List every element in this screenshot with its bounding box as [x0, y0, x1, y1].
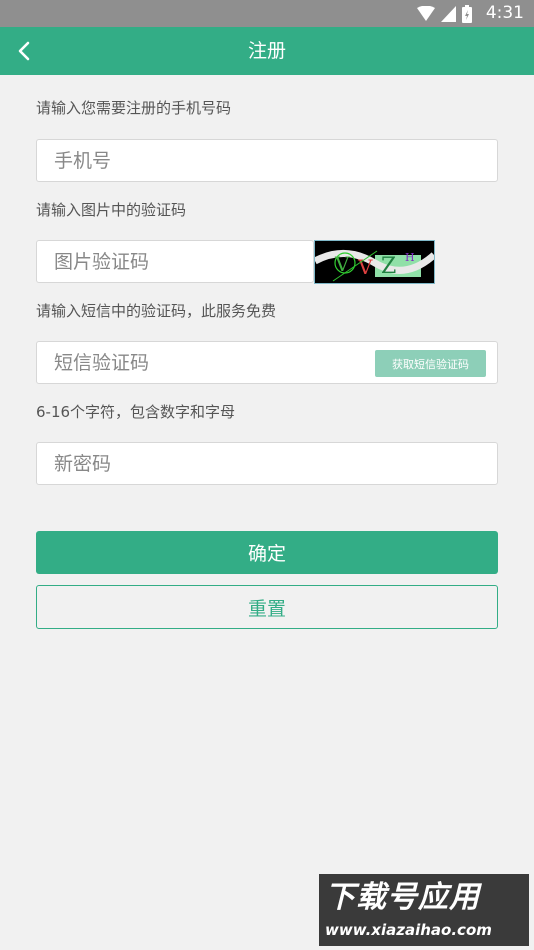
captcha-input[interactable] — [37, 241, 313, 282]
new-password-input[interactable] — [37, 443, 497, 484]
sms-label: 请输入短信中的验证码，此服务免费 — [36, 302, 277, 320]
svg-text:V: V — [334, 252, 350, 276]
page-title: 注册 — [247, 40, 286, 62]
phone-label: 请输入您需要注册的手机号码 — [36, 99, 232, 117]
phone-input[interactable] — [37, 140, 497, 181]
status-time: 4:31 — [485, 3, 524, 23]
app-bar: 注册 — [0, 27, 534, 75]
get-sms-code-button[interactable]: 获取短信验证码 — [375, 350, 486, 377]
status-icons — [417, 5, 472, 23]
svg-text:H: H — [405, 251, 415, 264]
battery-icon — [462, 5, 472, 23]
watermark-url: www.xiazaihao.com — [325, 921, 492, 939]
captcha-image[interactable]: V V Z H — [314, 240, 435, 284]
status-bar: 4:31 — [0, 0, 534, 27]
password-field-box — [36, 442, 498, 485]
watermark-logo: 下载号应用 www.xiazaihao.com — [319, 874, 529, 946]
cellular-signal-icon — [441, 6, 456, 22]
password-label: 6-16个字符，包含数字和字母 — [36, 403, 236, 421]
captcha-label: 请输入图片中的验证码 — [36, 201, 187, 219]
reset-button[interactable]: 重置 — [36, 585, 498, 629]
sms-field-box: 获取短信验证码 — [36, 341, 498, 384]
phone-field-box — [36, 139, 498, 182]
watermark-brand: 下载号应用 — [325, 880, 480, 915]
captcha-field-box — [36, 240, 314, 283]
svg-text:Z: Z — [381, 254, 396, 279]
captcha-graphic: V V Z H — [315, 249, 434, 282]
wifi-icon — [417, 6, 435, 21]
confirm-button[interactable]: 确定 — [36, 531, 498, 574]
